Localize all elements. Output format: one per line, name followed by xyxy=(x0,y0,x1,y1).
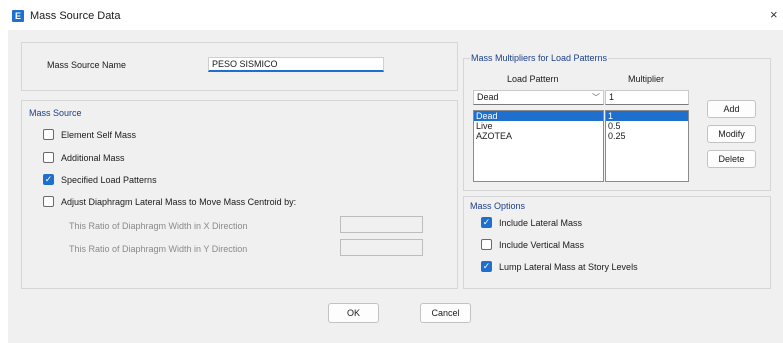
list-item[interactable]: 0.25 xyxy=(606,131,688,141)
include-lateral-mass-checkbox[interactable]: ✓ Include Lateral Mass xyxy=(481,217,582,228)
checkbox-label: Lump Lateral Mass at Story Levels xyxy=(499,261,638,272)
ratio-y-input[interactable] xyxy=(340,239,423,256)
mass-options-group: Mass Options ✓ Include Lateral Mass Incl… xyxy=(463,196,771,289)
list-item[interactable]: Dead xyxy=(474,111,603,121)
checkbox-label: Additional Mass xyxy=(61,152,125,163)
mass-source-name-input[interactable]: PESO SISMICO xyxy=(208,57,384,72)
load-pattern-dropdown[interactable]: Dead ﹀ xyxy=(473,90,604,105)
check-icon: ✓ xyxy=(481,217,492,228)
ratio-x-label: This Ratio of Diaphragm Width in X Direc… xyxy=(69,221,248,231)
list-item[interactable]: Live xyxy=(474,121,603,131)
list-item[interactable]: 1 xyxy=(606,111,688,121)
cancel-button[interactable]: Cancel xyxy=(420,303,471,323)
modify-button[interactable]: Modify xyxy=(707,125,756,143)
checkbox-box xyxy=(43,129,54,140)
chevron-down-icon: ﹀ xyxy=(592,93,600,102)
load-pattern-header: Load Pattern xyxy=(507,74,559,84)
checkbox-label: Element Self Mass xyxy=(61,129,137,140)
adjust-diaphragm-checkbox[interactable]: Adjust Diaphragm Lateral Mass to Move Ma… xyxy=(43,196,296,207)
checkbox-label: Adjust Diaphragm Lateral Mass to Move Ma… xyxy=(61,196,297,207)
include-vertical-mass-checkbox[interactable]: Include Vertical Mass xyxy=(481,239,584,250)
etabs-app-icon: E xyxy=(12,10,24,22)
title-bar: E Mass Source Data × xyxy=(0,0,783,30)
add-button[interactable]: Add xyxy=(707,100,756,118)
close-icon[interactable]: × xyxy=(770,7,778,22)
dialog-client-area: Mass Source Name PESO SISMICO Mass Sourc… xyxy=(8,30,783,343)
load-pattern-list[interactable]: Dead Live AZOTEA xyxy=(473,110,604,182)
specified-load-patterns-checkbox[interactable]: ✓ Specified Load Patterns xyxy=(43,174,157,185)
ok-button[interactable]: OK xyxy=(328,303,379,323)
mass-multipliers-title: Mass Multipliers for Load Patterns xyxy=(470,53,609,63)
dropdown-value: Dead xyxy=(477,92,499,102)
check-icon: ✓ xyxy=(481,261,492,272)
ratio-x-input[interactable] xyxy=(340,216,423,233)
mass-source-name-label: Mass Source Name xyxy=(47,60,127,70)
mass-source-group-title: Mass Source xyxy=(29,108,82,118)
checkbox-label: Include Lateral Mass xyxy=(499,217,583,228)
additional-mass-checkbox[interactable]: Additional Mass xyxy=(43,152,125,163)
checkbox-box xyxy=(43,196,54,207)
checkbox-label: Specified Load Patterns xyxy=(61,174,157,185)
ratio-y-label: This Ratio of Diaphragm Width in Y Direc… xyxy=(69,244,248,254)
list-item[interactable]: AZOTEA xyxy=(474,131,603,141)
mass-source-group: Mass Source Element Self Mass Additional… xyxy=(21,100,458,289)
checkbox-box xyxy=(481,239,492,250)
list-item[interactable]: 0.5 xyxy=(606,121,688,131)
multiplier-list[interactable]: 1 0.5 0.25 xyxy=(605,110,689,182)
mass-options-title: Mass Options xyxy=(470,201,526,211)
element-self-mass-checkbox[interactable]: Element Self Mass xyxy=(43,129,136,140)
lump-lateral-mass-checkbox[interactable]: ✓ Lump Lateral Mass at Story Levels xyxy=(481,261,638,272)
delete-button[interactable]: Delete xyxy=(707,150,756,168)
checkbox-label: Include Vertical Mass xyxy=(499,239,585,250)
check-icon: ✓ xyxy=(43,174,54,185)
multiplier-header: Multiplier xyxy=(628,74,665,84)
multiplier-input[interactable]: 1 xyxy=(605,90,689,105)
window-title: Mass Source Data xyxy=(30,10,121,22)
checkbox-box xyxy=(43,152,54,163)
mass-multipliers-group: Mass Multipliers for Load Patterns Load … xyxy=(463,53,771,191)
mass-source-name-pane: Mass Source Name PESO SISMICO xyxy=(21,42,458,91)
